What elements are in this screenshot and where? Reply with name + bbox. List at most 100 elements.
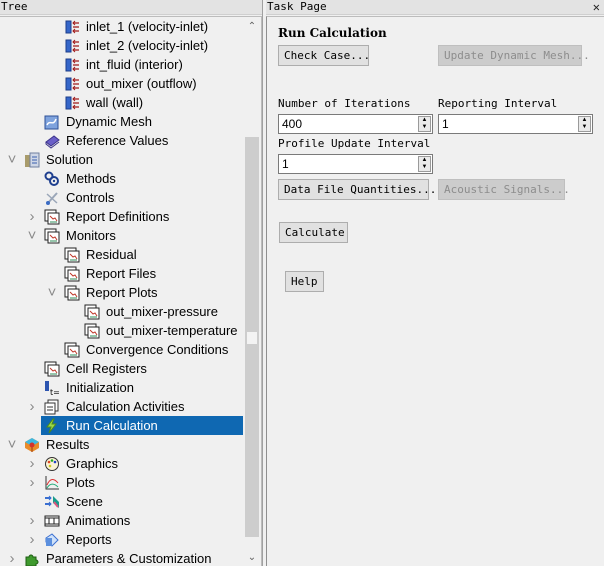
tree-item[interactable]: Cell Registers bbox=[0, 359, 243, 378]
tree-item[interactable]: out_mixer-pressure bbox=[0, 302, 243, 321]
iterations-value[interactable]: 400 bbox=[282, 115, 302, 133]
tree-item[interactable]: t=0 Initialization bbox=[0, 378, 243, 397]
tree-item[interactable]: › Reports bbox=[0, 530, 243, 549]
tree-item[interactable]: inlet_1 (velocity-inlet) bbox=[0, 17, 243, 36]
tree-item-label: Results bbox=[46, 437, 90, 452]
spin-arrows-icon[interactable]: ▲ ▼ bbox=[578, 116, 591, 132]
chevron-down-icon[interactable]: ˅ bbox=[6, 150, 18, 169]
tree-item[interactable]: Methods bbox=[0, 169, 243, 188]
chevron-right-icon[interactable]: › bbox=[26, 454, 38, 473]
reporting-interval-spinbox[interactable]: 1 ▲ ▼ bbox=[438, 114, 593, 134]
task-page-body: Run Calculation Check Case... Update Dyn… bbox=[266, 16, 604, 566]
tree-item[interactable]: › Animations bbox=[0, 511, 243, 530]
film-icon bbox=[44, 513, 60, 529]
reports-icon bbox=[44, 532, 60, 548]
chevron-down-icon[interactable]: ˅ bbox=[46, 283, 58, 302]
spin-arrows-icon[interactable]: ▲ ▼ bbox=[418, 116, 431, 132]
profile-update-spinbox[interactable]: 1 ▲ ▼ bbox=[278, 154, 433, 174]
iterations-spinbox[interactable]: 400 ▲ ▼ bbox=[278, 114, 433, 134]
methods-icon bbox=[44, 171, 60, 187]
boundary-icon bbox=[64, 95, 80, 111]
report-icon bbox=[64, 247, 80, 263]
tree-item-label: int_fluid (interior) bbox=[86, 57, 183, 72]
tree-item[interactable]: int_fluid (interior) bbox=[0, 55, 243, 74]
tree-item-label: wall (wall) bbox=[86, 95, 144, 110]
scroll-thumb[interactable] bbox=[245, 137, 259, 537]
report-icon bbox=[44, 228, 60, 244]
report-icon bbox=[84, 323, 100, 339]
tree-item[interactable]: Reference Values bbox=[0, 131, 243, 150]
profile-update-label: Profile Update Interval bbox=[278, 137, 431, 150]
lightning-icon bbox=[44, 418, 60, 434]
reporting-interval-value[interactable]: 1 bbox=[442, 115, 449, 133]
chevron-right-icon[interactable]: › bbox=[6, 549, 18, 566]
report-icon bbox=[84, 304, 100, 320]
tree-item[interactable]: ˅ Monitors bbox=[0, 226, 243, 245]
report-icon bbox=[64, 285, 80, 301]
scroll-up-button[interactable]: ⌃ bbox=[243, 17, 261, 35]
help-button[interactable]: Help bbox=[285, 271, 324, 292]
tree-scrollbar[interactable]: ⌃ ⌄ bbox=[243, 17, 261, 566]
palette-icon bbox=[44, 456, 60, 472]
tree-item[interactable]: ˅ Report Plots bbox=[0, 283, 243, 302]
calculate-button[interactable]: Calculate bbox=[279, 222, 348, 243]
tree-item[interactable]: Run Calculation bbox=[0, 416, 244, 435]
task-page-header: Task Page ✕ bbox=[266, 0, 604, 15]
chevron-down-icon[interactable]: ˅ bbox=[26, 226, 38, 245]
check-case-button[interactable]: Check Case... bbox=[278, 45, 370, 66]
tree-item-label: Residual bbox=[86, 247, 137, 262]
tree-item[interactable]: › Graphics bbox=[0, 454, 243, 473]
task-page-panel: Task Page ✕ Run Calculation Check Case..… bbox=[266, 0, 604, 566]
acoustic-signals-button[interactable]: Acoustic Signals... bbox=[438, 179, 570, 200]
dynamic-mesh-icon bbox=[44, 114, 60, 130]
tree-item[interactable]: Convergence Conditions bbox=[0, 340, 243, 359]
tree-item[interactable]: ˅ Results bbox=[0, 435, 243, 454]
tree-item-label: Solution bbox=[46, 152, 93, 167]
report-icon bbox=[44, 361, 60, 377]
report-icon bbox=[64, 342, 80, 358]
chevron-right-icon[interactable]: › bbox=[26, 530, 38, 549]
tree-item-label: out_mixer-pressure bbox=[106, 304, 218, 319]
plots-icon bbox=[44, 475, 60, 491]
chevron-right-icon[interactable]: › bbox=[26, 397, 38, 416]
tree-item[interactable]: inlet_2 (velocity-inlet) bbox=[0, 36, 243, 55]
boundary-icon bbox=[64, 19, 80, 35]
tree-item[interactable]: › Report Definitions bbox=[0, 207, 243, 226]
tree-item[interactable]: Scene bbox=[0, 492, 243, 511]
tree-item[interactable]: wall (wall) bbox=[0, 93, 243, 112]
chevron-down-icon[interactable]: ˅ bbox=[6, 435, 18, 454]
results-icon bbox=[24, 437, 40, 453]
tree-item[interactable]: › Calculation Activities bbox=[0, 397, 243, 416]
tree-item[interactable]: out_mixer-temperature bbox=[0, 321, 243, 340]
tree-item-label: inlet_1 (velocity-inlet) bbox=[86, 19, 209, 34]
boundary-icon bbox=[64, 76, 80, 92]
report-icon bbox=[64, 266, 80, 282]
chevron-right-icon[interactable]: › bbox=[26, 473, 38, 492]
tree-item[interactable]: › Plots bbox=[0, 473, 243, 492]
profile-update-value[interactable]: 1 bbox=[282, 155, 289, 173]
tree-item-label: Animations bbox=[66, 513, 131, 528]
reporting-interval-label: Reporting Interval bbox=[438, 97, 558, 110]
tree-item-label: Scene bbox=[66, 494, 103, 509]
calculator-icon bbox=[24, 152, 40, 168]
tree-item[interactable]: Controls bbox=[0, 188, 243, 207]
tree-item[interactable]: Report Files bbox=[0, 264, 243, 283]
tree-item[interactable]: out_mixer (outflow) bbox=[0, 74, 243, 93]
scroll-down-button[interactable]: ⌄ bbox=[243, 548, 261, 566]
chevron-right-icon[interactable]: › bbox=[26, 511, 38, 530]
iterations-label: Number of Iterations bbox=[278, 97, 411, 110]
chevron-right-icon[interactable]: › bbox=[26, 207, 38, 226]
controls-icon bbox=[44, 190, 60, 206]
tree-item[interactable]: ˅ Solution bbox=[0, 150, 243, 169]
spin-arrows-icon[interactable]: ▲ ▼ bbox=[418, 156, 431, 172]
tree-item[interactable]: Residual bbox=[0, 245, 243, 264]
tree-item[interactable]: › Parameters & Customization bbox=[0, 549, 243, 566]
update-dynamic-mesh-button[interactable]: Update Dynamic Mesh... bbox=[438, 45, 590, 66]
close-icon[interactable]: ✕ bbox=[593, 0, 600, 14]
tree-item-label: Cell Registers bbox=[66, 361, 147, 376]
tree-panel-header: Tree bbox=[0, 0, 264, 15]
tree-item[interactable]: Dynamic Mesh bbox=[0, 112, 243, 131]
data-file-quantities-button[interactable]: Data File Quantities... bbox=[278, 179, 436, 200]
activities-icon bbox=[44, 399, 60, 415]
outline-tree: inlet_1 (velocity-inlet) inlet_2 (velocit… bbox=[0, 16, 262, 566]
